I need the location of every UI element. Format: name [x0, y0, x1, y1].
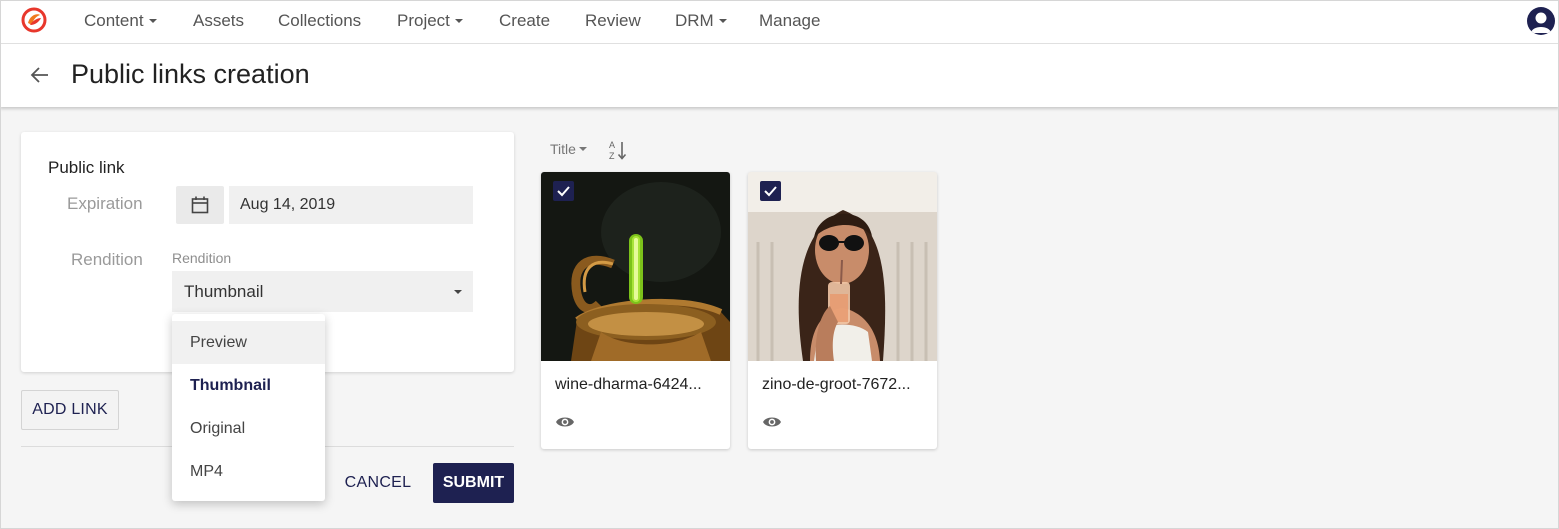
- calendar-button[interactable]: [176, 186, 224, 224]
- nav-item-label: Assets: [193, 11, 245, 30]
- rendition-field-label: Rendition: [172, 250, 232, 266]
- nav-item-label: Collections: [278, 11, 362, 30]
- checkmark-icon: [557, 186, 570, 197]
- chevron-down-icon: [454, 290, 462, 294]
- menu-item-thumbnail[interactable]: Thumbnail: [172, 364, 325, 407]
- nav-item-review[interactable]: Review: [585, 0, 641, 44]
- menu-item-mp4[interactable]: MP4: [172, 450, 325, 493]
- sort-field-dropdown[interactable]: Title: [550, 141, 587, 157]
- asset-thumbnail[interactable]: [748, 172, 937, 361]
- nav-item-label: DRM: [675, 11, 714, 30]
- asset-name: wine-dharma-6424...: [555, 376, 702, 393]
- asset-card[interactable]: zino-de-groot-7672...: [748, 172, 937, 449]
- caret-down-icon: [148, 18, 157, 23]
- expiration-label: Expiration: [67, 194, 143, 213]
- add-link-button[interactable]: ADD LINK: [21, 390, 119, 430]
- rendition-label: Rendition: [71, 250, 143, 269]
- nav-item-label: Create: [499, 11, 551, 30]
- nav-item-project[interactable]: Project: [397, 0, 463, 44]
- page-title: Public links creation: [71, 59, 310, 89]
- submit-button[interactable]: SUBMIT: [433, 463, 514, 503]
- sort-alpha-ascending-icon[interactable]: A Z: [608, 139, 628, 161]
- user-avatar-icon[interactable]: [1527, 7, 1555, 35]
- sort-field-label: Title: [550, 141, 576, 157]
- nav-item-label: Manage: [759, 11, 821, 30]
- card-heading: Public link: [48, 158, 125, 177]
- caret-down-icon: [578, 147, 587, 152]
- caret-down-icon: [454, 18, 463, 23]
- expiration-date-field[interactable]: Aug 14, 2019: [229, 186, 473, 224]
- nav-item-create[interactable]: Create: [499, 0, 550, 44]
- arrow-left-icon[interactable]: [28, 63, 52, 87]
- nav-item-label: Project: [397, 11, 450, 30]
- svg-text:A: A: [609, 140, 615, 150]
- page-header: Public links creation: [0, 44, 1559, 107]
- top-navigation-bar: Content Assets Collections Project Creat…: [0, 0, 1559, 44]
- checkmark-icon: [764, 186, 777, 197]
- menu-item-original[interactable]: Original: [172, 407, 325, 450]
- nav-item-collections[interactable]: Collections: [278, 0, 361, 44]
- asset-card[interactable]: wine-dharma-6424...: [541, 172, 730, 449]
- asset-checkbox[interactable]: [553, 181, 574, 201]
- rendition-select[interactable]: Thumbnail: [172, 271, 473, 312]
- nav-item-drm[interactable]: DRM: [675, 0, 727, 44]
- caret-down-icon: [718, 18, 727, 23]
- calendar-icon: [191, 196, 209, 214]
- nav-item-label: Content: [84, 11, 144, 30]
- nav-item-manage[interactable]: Manage: [759, 0, 820, 44]
- svg-text:Z: Z: [609, 151, 615, 161]
- menu-item-preview[interactable]: Preview: [172, 321, 325, 364]
- asset-thumbnail[interactable]: [541, 172, 730, 361]
- cancel-button[interactable]: CANCEL: [335, 463, 421, 503]
- brand-logo-icon[interactable]: [20, 6, 48, 34]
- asset-name: zino-de-groot-7672...: [762, 376, 911, 393]
- asset-checkbox[interactable]: [760, 181, 781, 201]
- eye-icon[interactable]: [555, 415, 575, 429]
- nav-item-content[interactable]: Content: [84, 0, 157, 44]
- rendition-select-value: Thumbnail: [184, 282, 264, 301]
- rendition-dropdown-menu: Preview Thumbnail Original MP4: [172, 314, 325, 501]
- nav-item-assets[interactable]: Assets: [193, 0, 244, 44]
- nav-item-label: Review: [585, 11, 641, 30]
- eye-icon[interactable]: [762, 415, 782, 429]
